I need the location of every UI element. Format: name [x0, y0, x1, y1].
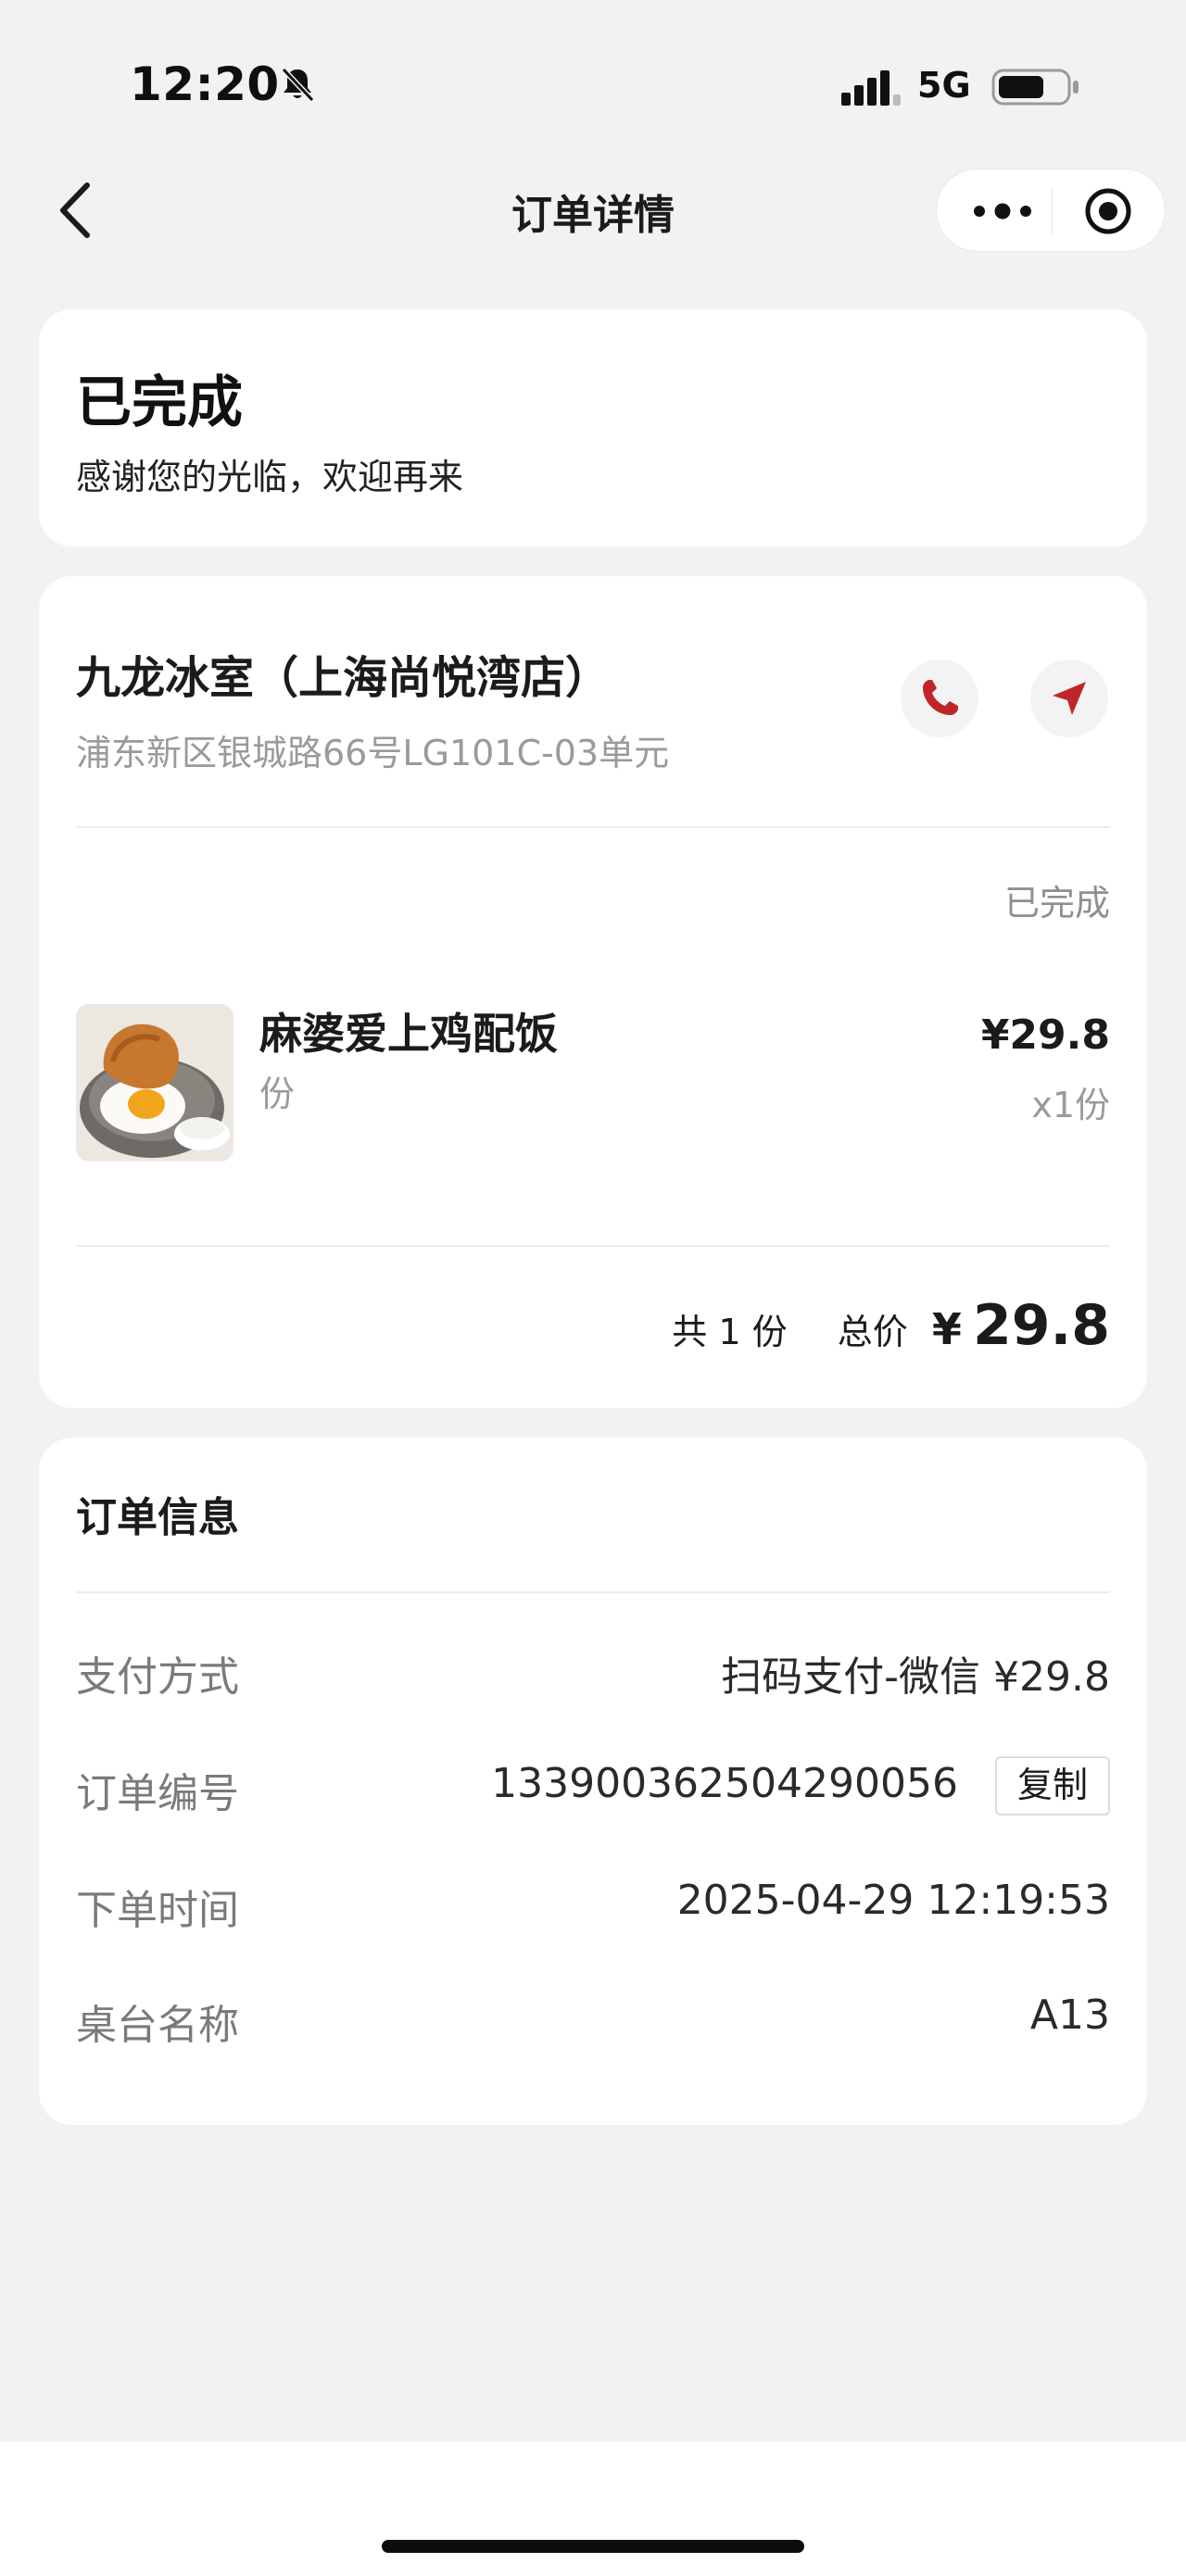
info-label: 桌台名称 — [76, 2002, 239, 2049]
info-row-table-name: 桌台名称 A13 — [76, 1992, 1110, 2049]
info-row-order-time: 下单时间 2025-04-29 12:19:53 — [76, 1877, 1110, 1934]
order-status-title: 已完成 — [76, 371, 243, 435]
home-indicator[interactable] — [382, 2540, 804, 2553]
total-label: 总价 — [837, 1312, 908, 1352]
info-value: 扫码支付-微信 ¥29.8 — [721, 1653, 1110, 1701]
item-image — [76, 1004, 233, 1162]
info-label: 订单编号 — [76, 1770, 239, 1817]
info-label: 支付方式 — [76, 1653, 239, 1701]
phone-icon — [923, 680, 958, 715]
food-image-icon — [76, 1004, 233, 1162]
info-row-order-number: 订单编号 133900362504290056 复制 — [76, 1756, 1110, 1817]
item-price: ¥29.8 — [980, 1012, 1110, 1059]
status-time: 12:20 — [130, 57, 280, 111]
navigation-arrow-icon — [1053, 682, 1086, 715]
divider — [76, 1591, 1110, 1593]
item-quantity: x1份 — [1031, 1085, 1110, 1125]
more-icon[interactable] — [970, 195, 1035, 227]
currency-symbol: ¥ — [931, 1304, 962, 1354]
capsule-divider — [1052, 188, 1053, 234]
item-count: 共 1 份 — [672, 1312, 788, 1352]
status-bar: 12:20 5G — [0, 0, 1186, 148]
divider — [76, 826, 1110, 828]
order-status-card: 已完成 感谢您的光临，欢迎再来 — [39, 309, 1147, 547]
info-label: 下单时间 — [76, 1887, 239, 1934]
store-address: 浦东新区银城路66号LG101C-03单元 — [76, 733, 670, 773]
info-value: A13 — [1029, 1992, 1110, 2039]
total-price: 29.8 — [972, 1293, 1110, 1358]
bottom-safe-area — [0, 2442, 1186, 2576]
info-row-payment: 支付方式 扫码支付-微信 ¥29.8 — [76, 1643, 1110, 1701]
order-state-label: 已完成 — [1003, 883, 1110, 924]
nav-bar: 订单详情 — [0, 157, 1186, 264]
store-name: 九龙冰室（上海尚悦湾店） — [76, 652, 611, 704]
bell-slash-icon — [281, 67, 315, 103]
store-order-card: 九龙冰室（上海尚悦湾店） 浦东新区银城路66号LG101C-03单元 已完成 麻… — [39, 576, 1147, 1408]
network-label: 5G — [917, 65, 971, 106]
divider — [76, 1245, 1110, 1247]
copy-button[interactable]: 复制 — [995, 1756, 1110, 1816]
order-number-value: 133900362504290056 — [491, 1760, 958, 1807]
item-unit: 份 — [259, 1074, 296, 1114]
navigate-button[interactable] — [1030, 660, 1108, 737]
info-value: 2025-04-29 12:19:53 — [676, 1877, 1110, 1924]
signal-icon — [841, 70, 901, 106]
order-status-subtitle: 感谢您的光临，欢迎再来 — [76, 457, 464, 497]
order-info-card: 订单信息 支付方式 扫码支付-微信 ¥29.8 订单编号 13390036250… — [39, 1438, 1147, 2125]
battery-icon — [991, 69, 1079, 106]
item-name: 麻婆爱上鸡配饭 — [259, 1009, 558, 1059]
call-store-button[interactable] — [901, 660, 978, 737]
order-summary: 共 1 份 总价 ¥ 29.8 — [672, 1293, 1110, 1358]
target-icon[interactable] — [1083, 186, 1133, 236]
mini-program-capsule — [936, 169, 1166, 252]
order-info-heading: 订单信息 — [76, 1494, 239, 1541]
